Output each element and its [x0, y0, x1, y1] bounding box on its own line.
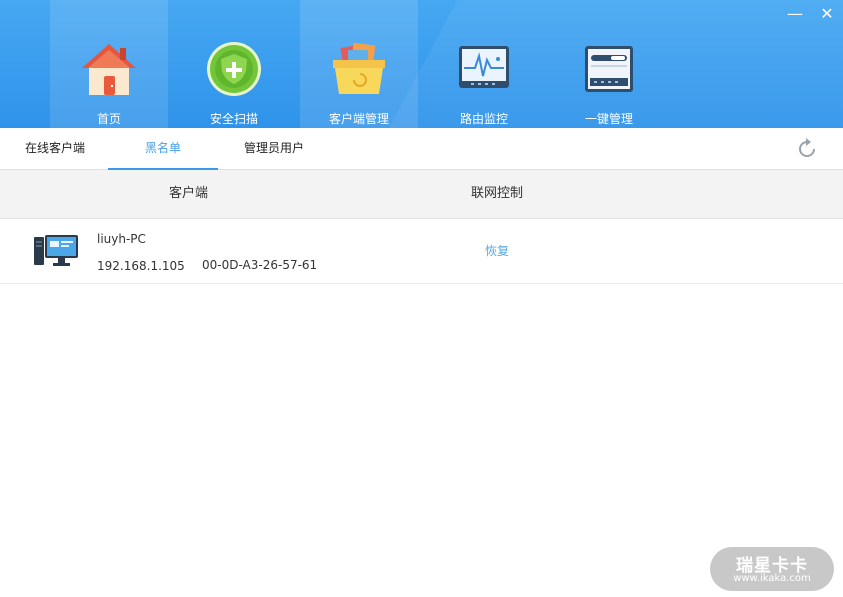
nav-label-home: 首页 — [96, 112, 121, 126]
column-header-client: 客户端 — [169, 186, 209, 201]
nav-item-router-monitor[interactable]: 路由监控 — [425, 0, 543, 128]
nav-item-client-management[interactable]: 客户端管理 — [300, 0, 418, 128]
sub-tab-bar: 在线客户端 黑名单 管理员用户 — [0, 128, 843, 170]
tab-online-clients[interactable]: 在线客户端 — [24, 128, 86, 169]
title-bar-header: — ✕ 首页 安全扫描 客户端管理 路由监控 一键管理 — [0, 0, 843, 128]
main-nav: 首页 安全扫描 客户端管理 路由监控 一键管理 — [50, 0, 675, 128]
nav-label-security-scan: 安全扫描 — [209, 112, 258, 126]
client-ip: 192.168.1.105 — [97, 259, 185, 273]
close-button[interactable]: ✕ — [818, 5, 836, 23]
nav-item-one-click-management[interactable]: 一键管理 — [550, 0, 668, 128]
house-icon — [82, 44, 136, 95]
client-hostname: liuyh-PC — [97, 232, 146, 246]
folder-box-icon — [333, 42, 385, 94]
nav-label-router-monitor: 路由监控 — [459, 112, 508, 126]
nav-label-client-management: 客户端管理 — [328, 112, 389, 126]
watermark-url: www.ikaka.com — [733, 573, 811, 584]
watermark-logo: 瑞星卡卡 www.ikaka.com — [710, 547, 834, 591]
nav-item-home[interactable]: 首页 — [50, 0, 168, 128]
minimize-icon: — — [787, 4, 803, 23]
table-header: 客户端 联网控制 — [0, 170, 843, 219]
tab-admin-users[interactable]: 管理员用户 — [243, 128, 305, 169]
client-mac: 00-0D-A3-26-57-61 — [202, 258, 318, 272]
restore-link[interactable]: 恢复 — [485, 242, 509, 259]
desktop-pc-icon — [34, 235, 78, 266]
tab-blacklist[interactable]: 黑名单 — [108, 128, 218, 170]
shield-plus-icon — [207, 42, 261, 96]
router-device-icon — [585, 46, 633, 92]
table-row: liuyh-PC 192.168.1.105 00-0D-A3-26-57-61… — [0, 219, 843, 284]
minimize-button[interactable]: — — [786, 5, 804, 23]
nav-label-one-click-management: 一键管理 — [584, 112, 633, 126]
refresh-icon[interactable] — [796, 138, 818, 160]
close-icon: ✕ — [820, 4, 834, 23]
nav-item-security-scan[interactable]: 安全扫描 — [175, 0, 293, 128]
column-header-network-control: 联网控制 — [471, 186, 524, 201]
monitor-pulse-icon — [459, 46, 509, 88]
